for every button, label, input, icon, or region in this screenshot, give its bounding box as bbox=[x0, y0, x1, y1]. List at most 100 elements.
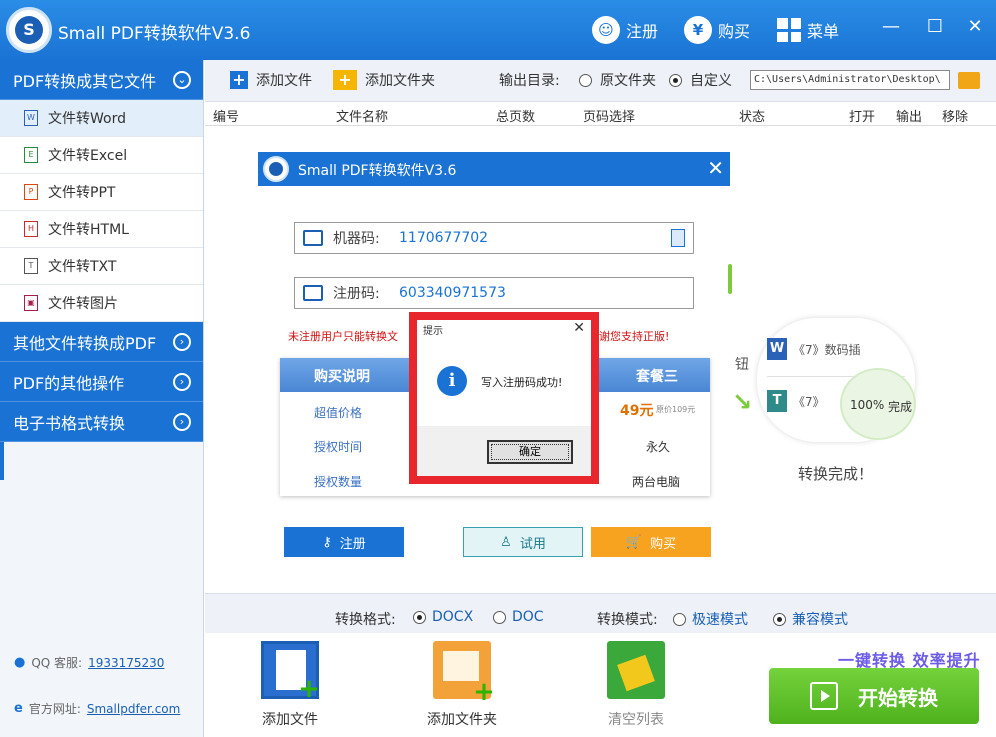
image-file-icon: ▣ bbox=[24, 295, 38, 311]
output-source-radio[interactable]: 原文件夹 bbox=[579, 70, 656, 90]
user-icon: ☺ bbox=[592, 16, 620, 44]
browser-icon: e bbox=[14, 701, 23, 716]
site-link[interactable]: Smallpdfer.com bbox=[87, 702, 180, 716]
message-box-close-icon[interactable]: ✕ bbox=[573, 320, 585, 336]
purchase-header: 购买说明 bbox=[314, 369, 370, 385]
close-button[interactable]: ✕ bbox=[962, 14, 988, 40]
arrow-icon: ↘ bbox=[732, 388, 753, 416]
col-page-select: 页码选择 bbox=[583, 110, 636, 125]
info-icon: i bbox=[437, 366, 467, 396]
add-file-button[interactable]: + 添加文件 bbox=[230, 70, 312, 90]
message-text: 写入注册码成功! bbox=[481, 376, 563, 389]
progress-circle: 100% 完成 bbox=[840, 368, 916, 440]
format-bar: 转换格式: DOCX DOC 转换模式: 极速模式 兼容模式 bbox=[205, 593, 996, 633]
add-file-icon: + bbox=[261, 641, 320, 702]
register-button[interactable]: ☺ 注册 bbox=[592, 14, 658, 46]
sidebar-section-other-to-pdf[interactable]: 其他文件转换成PDF › bbox=[0, 322, 203, 362]
upload-icon bbox=[303, 285, 323, 301]
output-custom-radio[interactable]: 自定义 bbox=[669, 70, 732, 90]
col-open: 打开 bbox=[849, 110, 876, 125]
package-three-header: 套餐三 bbox=[636, 369, 678, 385]
key-icon: ⚷ bbox=[322, 534, 332, 550]
register-dialog-titlebar: Small PDF转换软件V3.6 ✕ bbox=[258, 152, 730, 186]
qq-link[interactable]: 1933175230 bbox=[88, 656, 164, 670]
register-code-field[interactable]: 注册码: 603340971573 bbox=[294, 277, 694, 309]
format-doc-radio[interactable]: DOC bbox=[493, 609, 544, 625]
yen-icon: ¥ bbox=[684, 16, 712, 44]
chevron-right-icon: › bbox=[173, 372, 191, 391]
conversion-done-label: 转换完成！ bbox=[798, 465, 874, 483]
add-folder-icon: + bbox=[333, 70, 357, 90]
message-box: 提示 ✕ i 写入注册码成功! 确定 bbox=[409, 312, 599, 484]
radio-checked-icon bbox=[773, 612, 786, 626]
machine-code-field[interactable]: 机器码: 1170677702 bbox=[294, 222, 694, 254]
format-docx-radio[interactable]: DOCX bbox=[413, 609, 473, 625]
sidebar-section-pdf-to-other[interactable]: PDF转换成其它文件 ⌄ bbox=[0, 60, 203, 100]
ppt-file-icon: P bbox=[24, 184, 38, 200]
dialog-close-icon[interactable]: ✕ bbox=[707, 156, 724, 180]
mode-label: 转换模式: bbox=[597, 612, 658, 628]
sidebar-section-pdf-other-ops[interactable]: PDF的其他操作 › bbox=[0, 362, 203, 402]
copy-icon[interactable] bbox=[671, 229, 685, 247]
word-file-icon: W bbox=[24, 110, 38, 126]
chevron-down-icon: ⌄ bbox=[173, 70, 191, 89]
dialog-buy-button[interactable]: 🛒 购买 bbox=[591, 527, 711, 557]
app-title: Small PDF转换软件V3.6 bbox=[58, 24, 251, 44]
app-logo-icon bbox=[263, 156, 289, 182]
buy-button[interactable]: ¥ 购买 bbox=[684, 14, 750, 46]
message-box-title: 提示 bbox=[423, 326, 443, 337]
col-output: 输出 bbox=[896, 110, 923, 125]
qq-support: ● QQ 客服: 1933175230 bbox=[14, 655, 165, 670]
clear-list-button[interactable]: 清空列表 bbox=[591, 641, 681, 729]
start-convert-button[interactable]: 开始转换 bbox=[769, 668, 979, 724]
official-site: e 官方网址: Smallpdfer.com bbox=[14, 701, 181, 716]
sidebar-item-html[interactable]: H 文件转HTML bbox=[0, 211, 203, 248]
sidebar-item-word[interactable]: W 文件转Word bbox=[0, 100, 203, 137]
sidebar: PDF转换成其它文件 ⌄ W 文件转Word E 文件转Excel P 文件转PPT … bbox=[0, 60, 204, 737]
ok-button[interactable]: 确定 bbox=[487, 440, 573, 464]
radio-icon bbox=[673, 612, 686, 626]
menu-button[interactable]: 菜单 bbox=[777, 14, 839, 46]
mode-fast-radio[interactable]: 极速模式 bbox=[673, 609, 748, 629]
radio-icon bbox=[493, 610, 506, 624]
maximize-button[interactable]: ☐ bbox=[922, 14, 948, 40]
sidebar-item-excel[interactable]: E 文件转Excel bbox=[0, 137, 203, 174]
sidebar-section-ebook[interactable]: 电子书格式转换 › bbox=[0, 402, 203, 442]
add-folder-icon: + bbox=[433, 641, 495, 705]
bottom-add-file-button[interactable]: + 添加文件 bbox=[245, 641, 335, 729]
title-bar: S Small PDF转换软件V3.6 ☺ 注册 ¥ 购买 菜单 — ☐ ✕ bbox=[0, 0, 996, 60]
deco-row-word: W 《7》数码插 bbox=[767, 338, 861, 360]
dialog-register-button[interactable]: ⚷ 注册 bbox=[284, 527, 404, 557]
excel-file-icon: E bbox=[24, 147, 38, 163]
dialog-trial-button[interactable]: ♙ 试用 bbox=[463, 527, 583, 557]
sidebar-item-txt[interactable]: T 文件转TXT bbox=[0, 248, 203, 285]
app-logo-icon: S bbox=[6, 7, 52, 53]
progress-state: 完成 bbox=[888, 400, 913, 414]
add-folder-button[interactable]: + 添加文件夹 bbox=[333, 70, 435, 90]
add-file-icon: + bbox=[230, 71, 248, 89]
sidebar-item-image[interactable]: ▣ 文件转图片 bbox=[0, 285, 203, 322]
grid-icon bbox=[777, 18, 801, 42]
mode-compat-radio[interactable]: 兼容模式 bbox=[773, 609, 848, 629]
cart-icon: 🛒 bbox=[625, 534, 643, 550]
radio-icon bbox=[579, 73, 592, 87]
chevron-right-icon: › bbox=[173, 412, 191, 431]
html-file-icon: H bbox=[24, 221, 38, 237]
txt-file-icon: T bbox=[24, 258, 38, 274]
col-filename: 文件名称 bbox=[336, 110, 389, 125]
radio-checked-icon bbox=[669, 73, 682, 87]
col-pages: 总页数 bbox=[496, 110, 536, 125]
user-icon: ♙ bbox=[500, 534, 512, 550]
txt-icon: T bbox=[767, 390, 787, 412]
minimize-button[interactable]: — bbox=[878, 14, 904, 40]
qq-icon: ● bbox=[14, 655, 26, 670]
browse-folder-icon[interactable] bbox=[958, 72, 980, 89]
bottom-add-folder-button[interactable]: + 添加文件夹 bbox=[417, 641, 507, 729]
col-number: 编号 bbox=[213, 110, 240, 125]
output-path-field[interactable]: C:\Users\Administrator\Desktop\ bbox=[750, 70, 950, 90]
sidebar-item-ppt[interactable]: P 文件转PPT bbox=[0, 174, 203, 211]
col-status: 状态 bbox=[739, 110, 766, 125]
output-label: 输出目录: bbox=[499, 73, 560, 89]
broom-icon bbox=[607, 641, 665, 699]
format-label: 转换格式: bbox=[335, 612, 396, 628]
